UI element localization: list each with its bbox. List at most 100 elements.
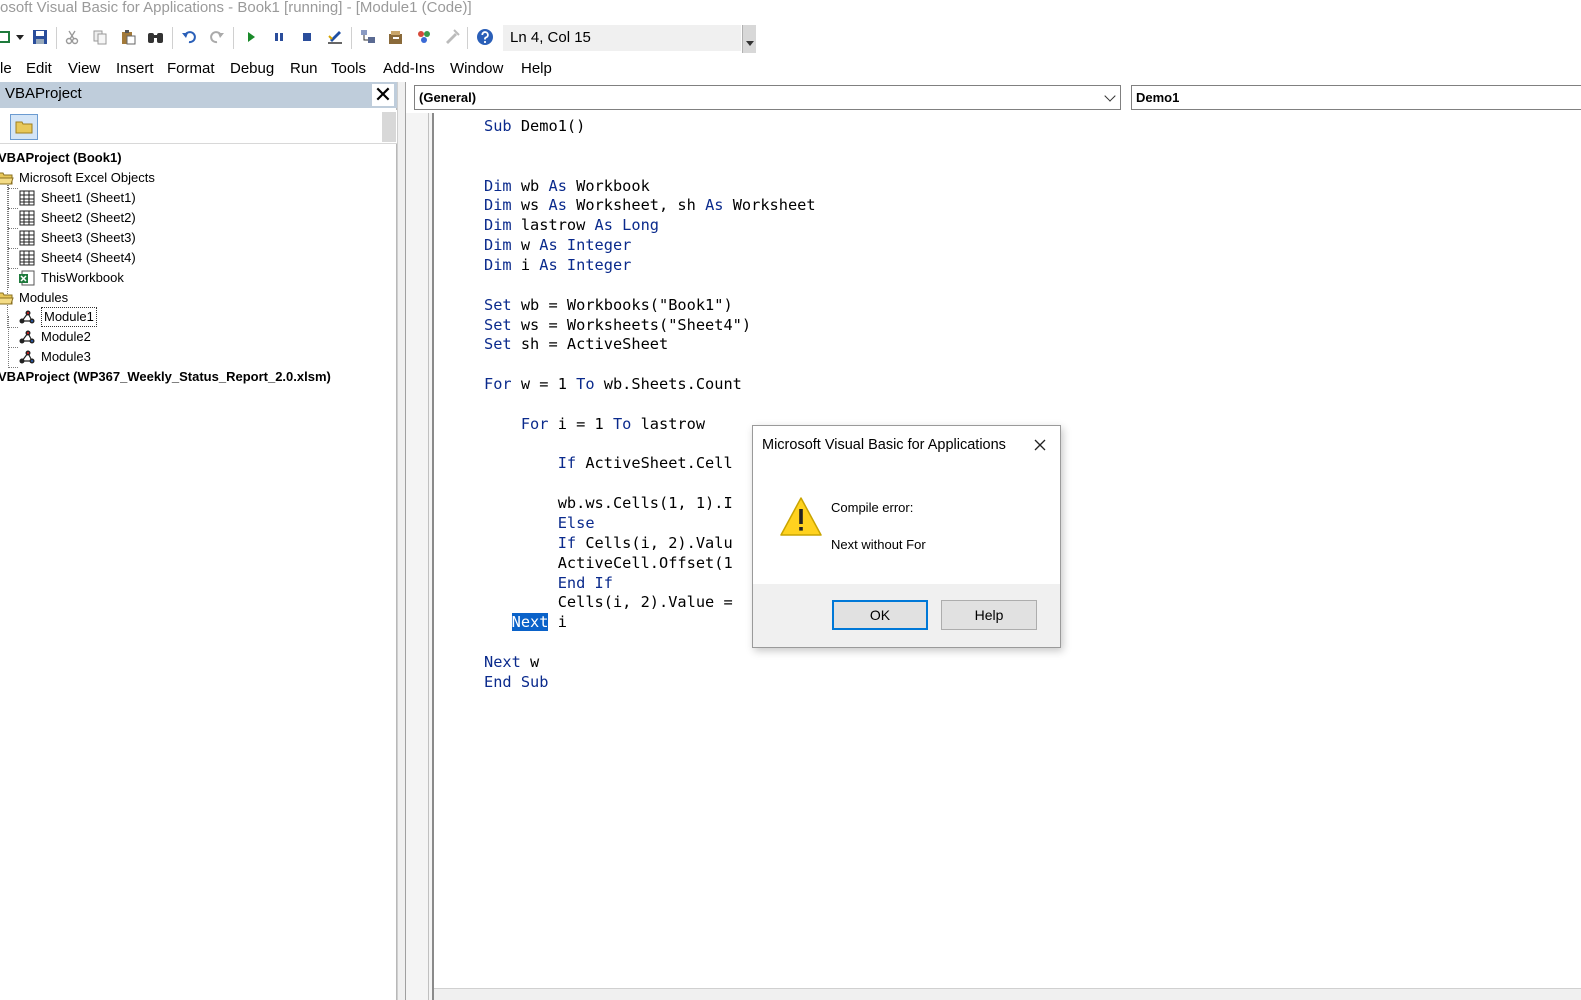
menu-debug[interactable]: Debug <box>230 60 274 77</box>
code-keyword: Dim <box>484 236 512 255</box>
code-keyword: Dim <box>484 216 512 235</box>
tree-item-vbaproject-wp367[interactable]: VBAProject (WP367_Weekly_Status_Report_2… <box>0 367 331 387</box>
worksheet-icon <box>19 250 35 266</box>
code-keyword: If <box>557 454 577 473</box>
menu-format[interactable]: Format <box>167 60 215 77</box>
code-line[interactable]: Dim lastrow As Long <box>484 215 659 235</box>
menu-window[interactable]: Window <box>450 60 503 77</box>
project-explorer-toolbar <box>0 110 397 144</box>
run-icon[interactable] <box>241 27 261 47</box>
code-keyword: Integer <box>566 255 632 274</box>
code-text: i <box>548 613 567 632</box>
object-combo[interactable]: (General) <box>414 85 1121 110</box>
tree-item-label: Module1 <box>41 307 97 327</box>
code-text: Demo1() <box>511 117 586 135</box>
tree-item-module1[interactable]: Module1 <box>18 307 97 327</box>
tree-item-label: VBAProject (Book1) <box>0 150 122 165</box>
tree-item-label: Module2 <box>41 329 91 344</box>
code-line[interactable]: Else <box>484 513 595 533</box>
code-line[interactable]: Set sh = ActiveSheet <box>484 334 668 354</box>
help-icon[interactable] <box>475 27 495 47</box>
find-icon[interactable] <box>146 27 166 47</box>
menu-insert[interactable]: Insert <box>116 60 154 77</box>
dropdown-arrow-icon[interactable] <box>10 27 30 47</box>
redo-icon[interactable] <box>207 27 227 47</box>
code-line[interactable]: Set wb = Workbooks("Book1") <box>484 295 733 315</box>
project-explorer-icon[interactable] <box>358 27 378 47</box>
horizontal-scrollbar[interactable] <box>434 988 1581 1000</box>
cut-icon[interactable] <box>62 27 82 47</box>
code-line[interactable]: For w = 1 To wb.Sheets.Count <box>484 374 742 394</box>
dialog-message-detail: Next without For <box>831 537 926 552</box>
help-button[interactable]: Help <box>941 600 1037 630</box>
reset-icon[interactable] <box>297 27 317 47</box>
code-keyword: As <box>705 196 724 215</box>
toggle-folders-button[interactable] <box>10 114 38 140</box>
save-icon[interactable] <box>30 27 50 47</box>
menu-edit[interactable]: Edit <box>26 60 52 77</box>
object-browser-icon[interactable] <box>414 27 434 47</box>
undo-icon[interactable] <box>179 27 199 47</box>
cursor-position-status: Ln 4, Col 15 <box>503 25 741 51</box>
close-icon[interactable]: ✕ <box>372 84 394 106</box>
tree-item-module3[interactable]: Module3 <box>18 347 91 367</box>
toolbar-separator <box>467 27 468 49</box>
code-line[interactable]: For i = 1 To lastrow <box>484 414 705 434</box>
code-line[interactable]: Dim wb As Workbook <box>484 176 650 196</box>
menu-file[interactable]: le <box>0 60 12 77</box>
menu-add-ins[interactable]: Add-Ins <box>383 60 435 77</box>
tree-item-label: Microsoft Excel Objects <box>19 170 155 185</box>
code-line[interactable]: Dim ws As Worksheet, sh As Worksheet <box>484 195 816 215</box>
panel-splitter[interactable] <box>397 82 405 1000</box>
menu-tools[interactable]: Tools <box>331 60 366 77</box>
compile-error-dialog: Microsoft Visual Basic for Applications … <box>752 425 1061 648</box>
code-line[interactable]: ActiveCell.Offset(1 <box>484 553 733 573</box>
menu-bar: le Edit View Insert Format Debug Run Too… <box>0 56 1581 82</box>
menu-run[interactable]: Run <box>290 60 318 77</box>
toolbar-options-grip[interactable] <box>742 25 756 53</box>
code-line[interactable]: End Sub <box>484 672 548 692</box>
code-line[interactable]: End If <box>484 573 613 593</box>
tree-item-modules[interactable]: Modules <box>0 288 68 308</box>
code-line[interactable]: Sub Demo1() <box>484 116 585 136</box>
dropdown-arrow-icon <box>746 41 754 46</box>
ok-button[interactable]: OK <box>832 600 928 630</box>
workbook-icon <box>19 270 35 286</box>
close-icon[interactable] <box>1029 434 1051 456</box>
object-combo-value: (General) <box>419 90 477 105</box>
tree-item-module2[interactable]: Module2 <box>18 327 91 347</box>
design-mode-icon[interactable] <box>325 27 345 47</box>
tree-item-sheet4[interactable]: Sheet4 (Sheet4) <box>18 248 136 268</box>
toolbar-options-grip[interactable] <box>382 112 396 142</box>
code-line[interactable]: wb.ws.Cells(1, 1).I <box>484 493 733 513</box>
code-line[interactable]: Set ws = Worksheets("Sheet4") <box>484 315 751 335</box>
tree-item-sheet2[interactable]: Sheet2 (Sheet2) <box>18 208 136 228</box>
tree-item-sheet1[interactable]: Sheet1 (Sheet1) <box>18 188 136 208</box>
tree-item-vbaproject-book1[interactable]: VBAProject (Book1) <box>0 148 122 168</box>
tree-item-sheet3[interactable]: Sheet3 (Sheet3) <box>18 228 136 248</box>
copy-icon[interactable] <box>90 27 110 47</box>
tree-item-excel-objects[interactable]: Microsoft Excel Objects <box>0 168 155 188</box>
properties-icon[interactable] <box>386 27 406 47</box>
break-icon[interactable] <box>269 27 289 47</box>
menu-help[interactable]: Help <box>521 60 552 77</box>
menu-view[interactable]: View <box>68 60 100 77</box>
paste-icon[interactable] <box>118 27 138 47</box>
tree-item-thisworkbook[interactable]: ThisWorkbook <box>18 268 124 288</box>
code-line[interactable]: Dim w As Integer <box>484 235 631 255</box>
code-line[interactable]: Next i <box>484 612 567 632</box>
code-keyword: If <box>557 533 577 552</box>
code-line[interactable]: Dim i As Integer <box>484 255 631 275</box>
dialog-title: Microsoft Visual Basic for Applications <box>762 437 1006 453</box>
procedure-combo[interactable]: Demo1 <box>1131 85 1581 110</box>
code-line[interactable]: Next w <box>484 652 539 672</box>
margin-indicator-bar[interactable] <box>406 113 434 1000</box>
code-line[interactable]: Cells(i, 2).Value = <box>484 592 733 612</box>
code-text: Worksheet, sh <box>566 196 706 215</box>
code-line[interactable]: If Cells(i, 2).Valu <box>484 533 733 553</box>
toolbar-separator <box>351 27 352 49</box>
project-explorer-header: VBAProject ✕ <box>0 82 397 108</box>
toolbox-icon[interactable] <box>442 27 462 47</box>
